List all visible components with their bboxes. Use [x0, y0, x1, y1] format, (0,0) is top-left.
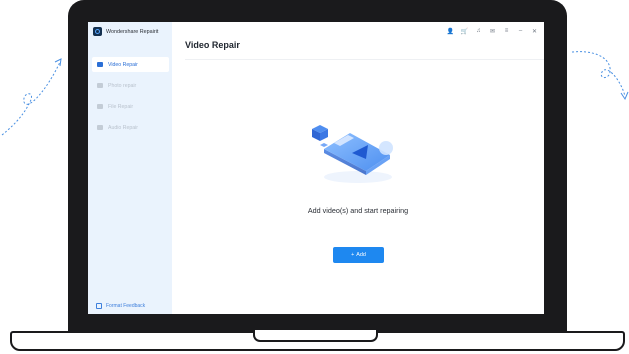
sidebar: Wondershare Repairit Video Repair Photo …: [88, 22, 172, 314]
menu-icon[interactable]: ≡: [501, 26, 512, 36]
sidebar-item-label: Audio Repair: [108, 124, 138, 131]
minimize-icon[interactable]: –: [515, 26, 526, 36]
left-arrowhead: [54, 58, 62, 67]
app-window: Wondershare Repairit Video Repair Photo …: [88, 22, 544, 314]
format-feedback-label: Format Feedback: [106, 303, 146, 309]
sidebar-item-audio-repair[interactable]: Audio Repair: [92, 120, 169, 135]
sidebar-item-file-repair[interactable]: File Repair: [92, 99, 169, 114]
page-title: Video Repair: [185, 40, 240, 50]
add-button[interactable]: + Add: [333, 247, 384, 263]
sidebar-item-label: File Repair: [108, 103, 134, 110]
plus-icon: +: [351, 252, 355, 258]
format-feedback-link[interactable]: Format Feedback: [96, 303, 145, 309]
window-toolbar: 👤 🛒 ♫ ✉ ≡ – ✕: [445, 26, 540, 36]
close-icon[interactable]: ✕: [529, 26, 540, 36]
sidebar-nav: Video Repair Photo repair File Repair Au…: [92, 57, 169, 141]
shadow: [324, 171, 392, 183]
account-icon[interactable]: 👤: [445, 26, 456, 36]
right-dashed-arrow: [571, 51, 626, 97]
sidebar-item-label: Video Repair: [108, 61, 138, 68]
title-divider: [185, 59, 544, 60]
audio-icon: [97, 125, 103, 130]
cart-icon[interactable]: 🛒: [459, 26, 470, 36]
empty-state-text: Add video(s) and start repairing: [307, 206, 409, 215]
video-illustration: [312, 125, 393, 183]
photo-icon: [97, 83, 103, 88]
brand: Wondershare Repairit: [93, 27, 158, 36]
add-button-label: Add: [356, 252, 366, 258]
sidebar-item-photo-repair[interactable]: Photo repair: [92, 78, 169, 93]
file-icon: [97, 104, 103, 109]
mail-icon[interactable]: ✉: [487, 26, 498, 36]
video-icon: [97, 62, 103, 67]
edit-icon: [96, 303, 102, 309]
sidebar-item-label: Photo repair: [108, 82, 137, 89]
sidebar-item-video-repair[interactable]: Video Repair: [92, 57, 169, 72]
small-cube: [320, 143, 328, 147]
headset-icon[interactable]: ♫: [473, 26, 484, 36]
left-dashed-arrow: [1, 61, 61, 136]
bubble: [379, 141, 393, 155]
laptop-notch: [253, 330, 378, 342]
app-name: Wondershare Repairit: [106, 28, 159, 35]
main-panel: 👤 🛒 ♫ ✉ ≡ – ✕ Video Repair Add video(s) …: [172, 22, 544, 314]
app-logo-icon: [93, 27, 102, 36]
